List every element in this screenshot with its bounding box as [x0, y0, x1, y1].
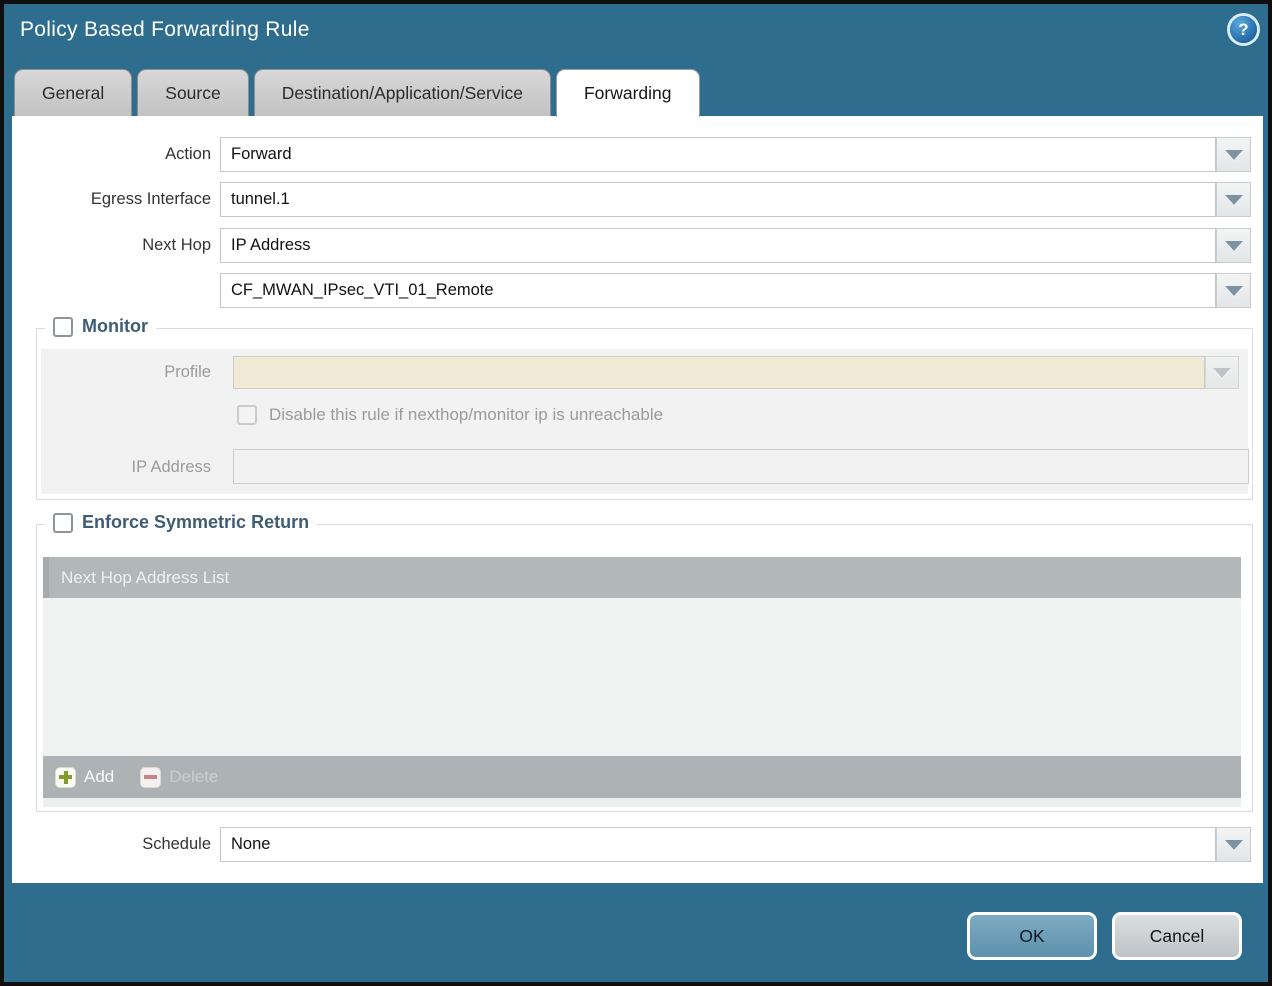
chevron-down-icon — [1225, 195, 1243, 205]
next-hop-address-select[interactable]: CF_MWAN_IPsec_VTI_01_Remote — [220, 273, 1216, 308]
action-select[interactable]: Forward — [220, 137, 1216, 172]
tab-general[interactable]: General — [14, 69, 132, 116]
profile-dropdown-button — [1205, 356, 1239, 389]
delete-button-label: Delete — [169, 767, 218, 787]
tab-destination-application-service[interactable]: Destination/Application/Service — [254, 69, 551, 116]
dialog-title: Policy Based Forwarding Rule — [20, 18, 310, 42]
next-hop-label: Next Hop — [12, 228, 211, 263]
forwarding-tab-panel: Action Forward Egress Interface tunnel.1… — [12, 116, 1263, 883]
monitor-legend: Monitor — [45, 316, 156, 337]
profile-select — [233, 356, 1205, 389]
next-hop-address-row: CF_MWAN_IPsec_VTI_01_Remote — [12, 273, 1263, 308]
enforce-symmetric-return-legend: Enforce Symmetric Return — [45, 512, 317, 533]
egress-interface-label: Egress Interface — [12, 182, 211, 217]
monitor-checkbox[interactable] — [53, 317, 73, 337]
egress-interface-row: Egress Interface tunnel.1 — [12, 182, 1263, 217]
chevron-down-icon — [1225, 840, 1243, 850]
tab-bar: General Source Destination/Application/S… — [14, 69, 700, 117]
next-hop-type-dropdown-button[interactable] — [1216, 228, 1251, 263]
egress-interface-select[interactable]: tunnel.1 — [220, 182, 1216, 217]
next-hop-address-list-table: Next Hop Address List Add Delete — [43, 557, 1241, 807]
tab-forwarding[interactable]: Forwarding — [556, 69, 700, 117]
disable-rule-option: Disable this rule if nexthop/monitor ip … — [237, 405, 663, 425]
next-hop-row: Next Hop IP Address — [12, 228, 1263, 263]
cancel-button[interactable]: Cancel — [1112, 912, 1242, 960]
help-icon[interactable]: ? — [1230, 16, 1257, 43]
ok-button[interactable]: OK — [967, 912, 1097, 960]
chevron-down-icon — [1225, 286, 1243, 296]
disable-rule-label: Disable this rule if nexthop/monitor ip … — [269, 405, 663, 425]
monitor-ip-address-input — [233, 449, 1249, 484]
monitor-body: Profile Disable this rule if nexthop/mon… — [41, 349, 1248, 494]
action-dropdown-button[interactable] — [1216, 137, 1251, 172]
tab-source[interactable]: Source — [137, 69, 248, 116]
add-button[interactable]: Add — [55, 767, 114, 788]
disable-rule-checkbox — [237, 405, 257, 425]
table-bottom-strip — [43, 798, 1241, 807]
next-hop-address-list-body[interactable] — [43, 598, 1241, 756]
enforce-symmetric-return-checkbox[interactable] — [53, 513, 73, 533]
action-row: Action Forward — [12, 137, 1263, 172]
monitor-ip-address-label: IP Address — [41, 458, 211, 477]
egress-interface-dropdown-button[interactable] — [1216, 182, 1251, 217]
profile-label: Profile — [41, 363, 211, 382]
next-hop-address-list-toolbar: Add Delete — [43, 756, 1241, 798]
schedule-select[interactable]: None — [220, 827, 1216, 862]
chevron-down-icon — [1225, 150, 1243, 160]
plus-icon — [55, 767, 76, 788]
chevron-down-icon — [1225, 241, 1243, 251]
add-button-label: Add — [84, 767, 114, 787]
pbf-rule-dialog: Policy Based Forwarding Rule ? General S… — [0, 0, 1272, 986]
chevron-down-icon — [1213, 368, 1231, 378]
delete-button: Delete — [140, 767, 218, 788]
enforce-symmetric-return-section: Enforce Symmetric Return Next Hop Addres… — [36, 524, 1253, 812]
next-hop-type-select[interactable]: IP Address — [220, 228, 1216, 263]
minus-icon — [140, 767, 161, 788]
schedule-row: Schedule None — [12, 827, 1263, 862]
schedule-dropdown-button[interactable] — [1216, 827, 1251, 862]
next-hop-address-list-header: Next Hop Address List — [43, 557, 1241, 598]
schedule-label: Schedule — [12, 827, 211, 862]
next-hop-address-dropdown-button[interactable] — [1216, 273, 1251, 308]
monitor-legend-label: Monitor — [82, 316, 148, 337]
monitor-section: Monitor Profile Disable this rule if nex… — [36, 328, 1253, 500]
action-label: Action — [12, 137, 211, 172]
enforce-symmetric-return-label: Enforce Symmetric Return — [82, 512, 309, 533]
